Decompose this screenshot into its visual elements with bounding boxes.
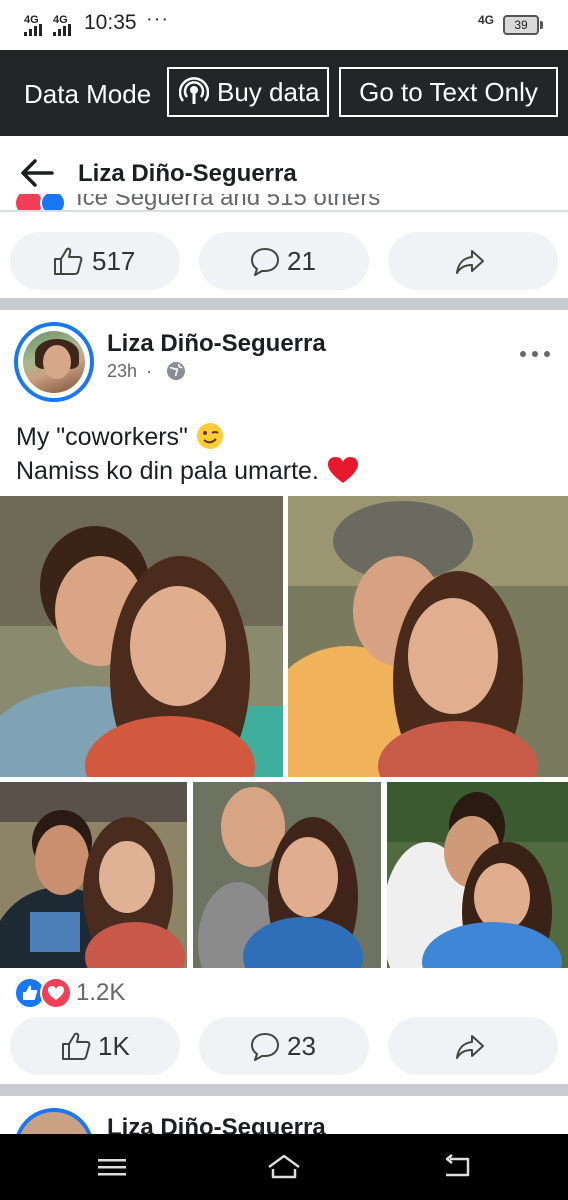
- next-post-author[interactable]: Liza Diño-Seguerra: [107, 1114, 326, 1134]
- status-bar: 4G 4G 10:35 ··· 4G 39: [0, 0, 568, 50]
- post-body: My "coworkers" Namiss ko din pala umarte…: [16, 420, 360, 488]
- buy-data-button[interactable]: Buy data: [167, 67, 329, 117]
- red-heart-emoji-icon: [327, 457, 358, 483]
- reactions-summary: Ice Seguerra and 515 others: [76, 194, 381, 210]
- system-navigation-bar: [0, 1134, 568, 1200]
- comment-button[interactable]: 23: [199, 1017, 369, 1075]
- post-reactions-summary[interactable]: 1.2K: [14, 977, 214, 1009]
- back-arrow-icon[interactable]: [20, 158, 54, 188]
- love-reaction-icon: [16, 194, 42, 210]
- like-button[interactable]: 1K: [10, 1017, 180, 1075]
- previous-post-actions: 517 21: [0, 232, 568, 290]
- comment-button[interactable]: 21: [199, 232, 369, 290]
- post-text-line-1: My "coworkers": [16, 420, 360, 454]
- post-timestamp: 23h ·: [107, 361, 152, 382]
- home-icon[interactable]: [266, 1151, 302, 1183]
- notification-overflow-icon: ···: [146, 8, 169, 30]
- post-text-1: My "coworkers": [16, 423, 188, 451]
- like-count: 517: [92, 246, 136, 276]
- comment-count: 23: [287, 1031, 316, 1061]
- battery-icon: 39: [503, 15, 543, 35]
- data-mode-bar: Data Mode Buy data Go to Text Only: [0, 50, 568, 136]
- share-icon: [456, 250, 484, 274]
- globe-icon: [167, 362, 185, 380]
- post-photo-3[interactable]: [0, 782, 187, 968]
- page-title: Liza Diño-Seguerra: [78, 160, 297, 187]
- post-photo-1[interactable]: [0, 496, 283, 777]
- post-text-2: Namiss ko din pala umarte.: [16, 457, 319, 485]
- network-indicator: 4G: [478, 13, 495, 27]
- share-button[interactable]: [388, 232, 558, 290]
- like-button[interactable]: 517: [10, 232, 180, 290]
- post-photo-5[interactable]: [387, 782, 568, 968]
- buy-data-label: Buy data: [217, 77, 320, 107]
- thumbs-up-icon: [62, 1032, 91, 1060]
- post-actions: 1K 23: [0, 1017, 568, 1075]
- winking-face-emoji-icon: [196, 423, 223, 449]
- author-avatar[interactable]: [14, 322, 94, 402]
- signal-bars-icon-2: [53, 24, 71, 36]
- post-photo-2[interactable]: [288, 496, 568, 777]
- next-post-header: Liza Diño-Seguerra: [0, 1096, 568, 1134]
- comment-icon: [251, 248, 279, 276]
- thumbs-up-icon: [54, 247, 83, 275]
- back-icon[interactable]: [440, 1151, 476, 1183]
- post-time-text: 23h: [107, 361, 138, 381]
- comment-icon: [251, 1033, 279, 1061]
- love-reaction-icon: [40, 977, 72, 1009]
- post-photo-4[interactable]: [193, 782, 381, 968]
- like-reaction-icon: [40, 194, 66, 210]
- menu-icon[interactable]: [94, 1151, 130, 1183]
- post-divider: [0, 298, 568, 310]
- time-separator: ·: [146, 361, 153, 381]
- data-mode-label: Data Mode: [24, 79, 152, 109]
- clock: 10:35: [84, 11, 137, 34]
- reaction-count: 1.2K: [76, 979, 126, 1006]
- comment-count: 21: [287, 246, 316, 276]
- post-text-line-2: Namiss ko din pala umarte.: [16, 454, 360, 488]
- more-options-icon[interactable]: [518, 343, 552, 365]
- text-only-button[interactable]: Go to Text Only: [339, 67, 558, 117]
- previous-post-reactions[interactable]: Ice Seguerra and 515 others: [0, 194, 568, 210]
- share-button[interactable]: [388, 1017, 558, 1075]
- podcast-icon: [179, 77, 209, 104]
- signal-bars-icon: [24, 24, 42, 36]
- share-icon: [456, 1035, 484, 1059]
- like-count: 1K: [98, 1031, 130, 1061]
- post-author[interactable]: Liza Diño-Seguerra: [107, 330, 326, 358]
- next-author-avatar[interactable]: [14, 1108, 94, 1134]
- post-divider-2: [0, 1084, 568, 1096]
